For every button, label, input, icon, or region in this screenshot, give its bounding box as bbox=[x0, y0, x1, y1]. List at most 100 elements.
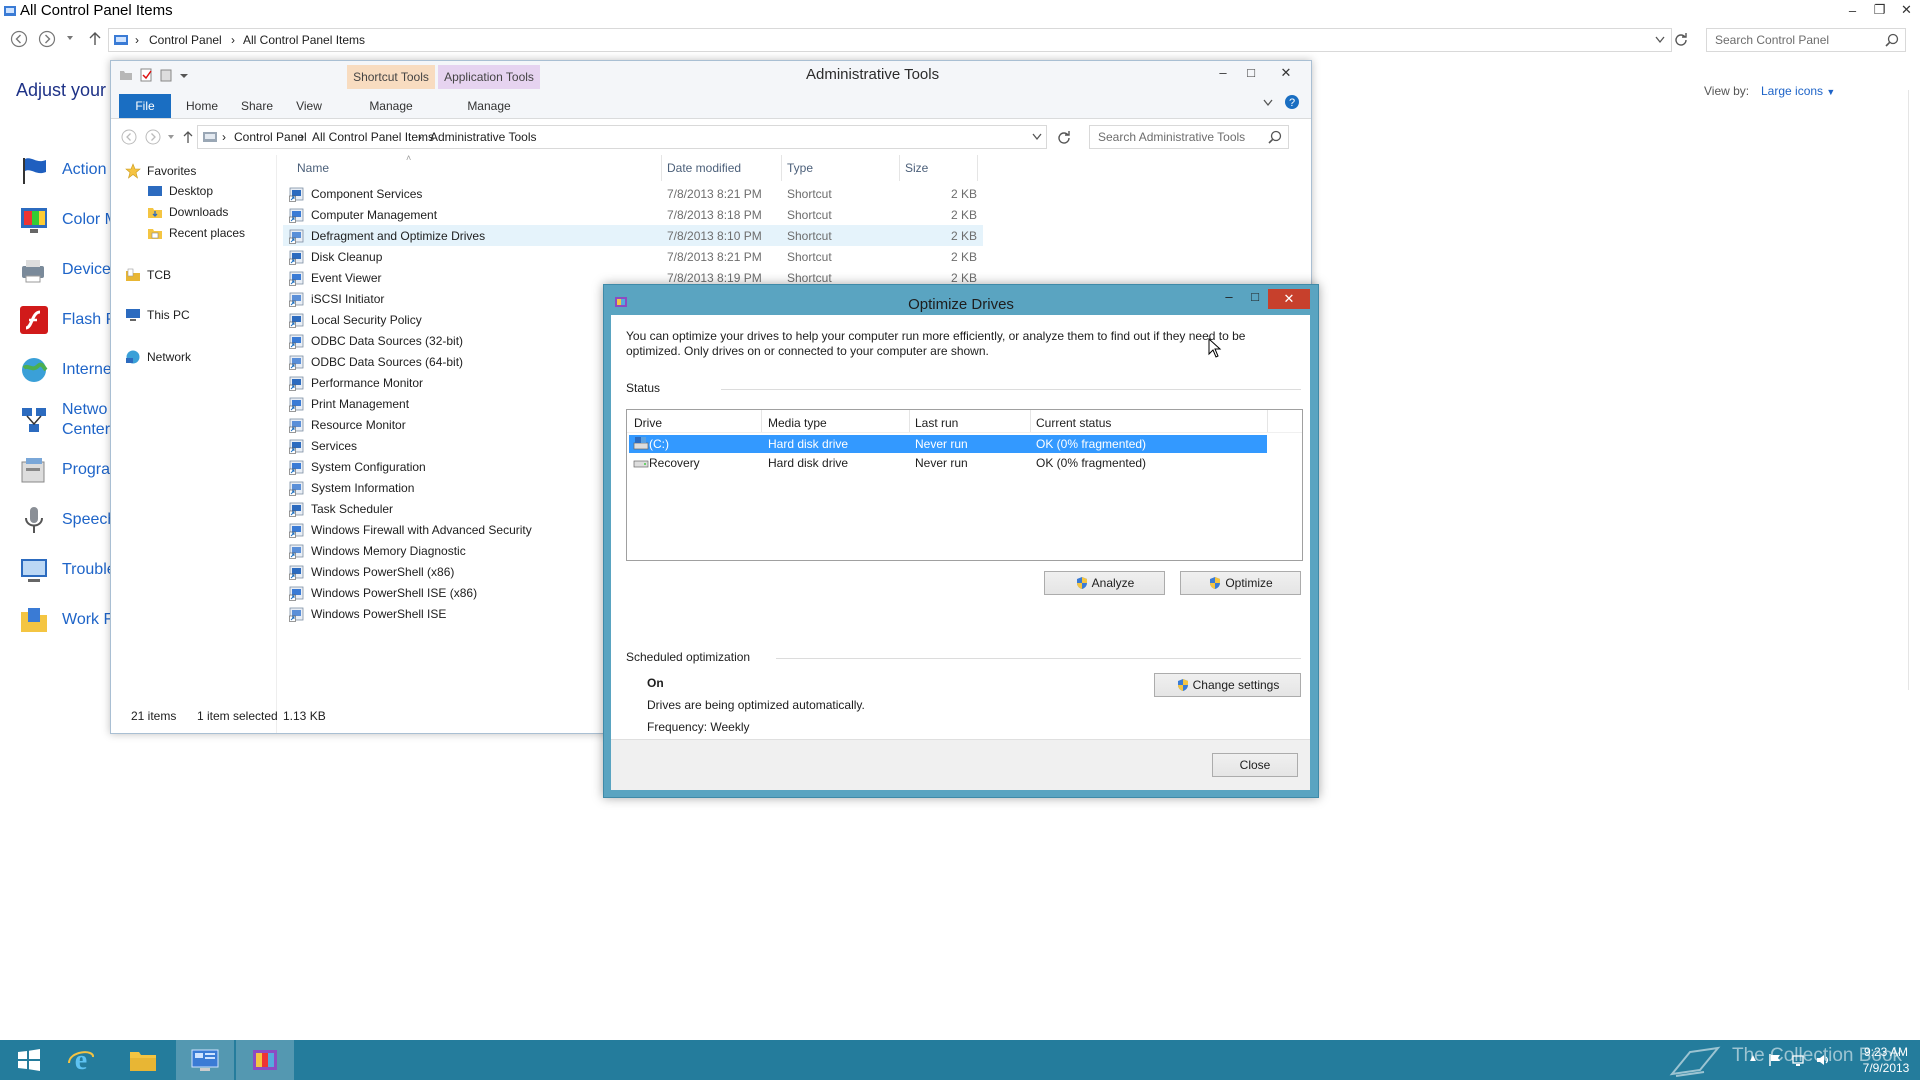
tab-share[interactable]: Share bbox=[233, 94, 281, 118]
maximize-button[interactable]: □ bbox=[1237, 65, 1265, 81]
column-header-name[interactable]: Name bbox=[297, 161, 329, 175]
tab-view[interactable]: View bbox=[287, 94, 331, 118]
taskbar-control-panel[interactable] bbox=[176, 1040, 234, 1080]
drive-row-c[interactable]: (C:) Hard disk drive Never run OK (0% fr… bbox=[629, 435, 1267, 453]
breadcrumb-administrative-tools[interactable]: Administrative Tools bbox=[430, 130, 537, 144]
control-panel-address-field[interactable]: › Control Panel › All Control Panel Item… bbox=[108, 28, 1672, 52]
new-folder-icon[interactable] bbox=[159, 68, 173, 82]
folder-icon[interactable] bbox=[119, 68, 133, 82]
file-row[interactable]: Component Services 7/8/2013 8:21 PM Shortc… bbox=[283, 183, 983, 204]
close-dialog-button[interactable]: Close bbox=[1212, 753, 1298, 777]
network-tray-icon[interactable] bbox=[1792, 1053, 1806, 1067]
up-arrow-icon[interactable] bbox=[88, 31, 102, 47]
search-icon[interactable] bbox=[1885, 33, 1899, 47]
administrative-tools-search-input[interactable]: Search Administrative Tools bbox=[1089, 125, 1289, 149]
nav-downloads[interactable]: Downloads bbox=[147, 202, 228, 222]
breadcrumb-control-panel[interactable]: Control Panel bbox=[234, 130, 307, 144]
drive-row-recovery[interactable]: Recovery Hard disk drive Never run OK (0… bbox=[629, 454, 1267, 472]
column-divider[interactable] bbox=[781, 155, 782, 181]
column-header-date[interactable]: Date modified bbox=[667, 161, 741, 175]
change-settings-button[interactable]: Change settings bbox=[1154, 673, 1301, 697]
column-divider[interactable] bbox=[761, 410, 762, 432]
maximize-button[interactable]: ❐ bbox=[1866, 0, 1893, 20]
address-dropdown-icon[interactable] bbox=[1655, 36, 1665, 44]
minimize-button[interactable]: – bbox=[1216, 289, 1242, 309]
cp-item-internet-options[interactable]: Interne bbox=[18, 350, 112, 390]
back-icon[interactable] bbox=[10, 30, 28, 48]
cp-item-action-center[interactable]: Action bbox=[18, 150, 106, 190]
taskbar-optimize-drives[interactable] bbox=[236, 1040, 294, 1080]
volume-icon[interactable] bbox=[1816, 1053, 1830, 1067]
refresh-icon[interactable] bbox=[1674, 32, 1688, 46]
tab-application-tools[interactable]: Application Tools bbox=[438, 65, 540, 89]
administrative-tools-address-field[interactable]: › Control Panel › All Control Panel Item… bbox=[197, 125, 1047, 149]
cp-item-troubleshooting[interactable]: Trouble bbox=[18, 550, 116, 590]
file-row[interactable]: Computer Management 7/8/2013 8:18 PM Short… bbox=[283, 204, 983, 225]
column-divider[interactable] bbox=[661, 155, 662, 181]
nav-network[interactable]: Network bbox=[125, 347, 191, 367]
refresh-icon[interactable] bbox=[1057, 130, 1071, 144]
analyze-button[interactable]: Analyze bbox=[1044, 571, 1165, 595]
minimize-button[interactable]: – bbox=[1839, 0, 1866, 20]
recent-dropdown-icon[interactable] bbox=[66, 34, 74, 42]
file-row[interactable]: Defragment and Optimize Drives 7/8/2013 8… bbox=[283, 225, 983, 246]
up-arrow-icon[interactable] bbox=[182, 130, 194, 144]
cp-item-devices[interactable]: Device bbox=[18, 250, 111, 290]
breadcrumb-all-items[interactable]: All Control Panel Items bbox=[312, 130, 434, 144]
clock-time[interactable]: 9:23 AM bbox=[1856, 1045, 1916, 1059]
address-dropdown-icon[interactable] bbox=[1032, 133, 1042, 141]
breadcrumb-all-items[interactable]: All Control Panel Items bbox=[243, 33, 365, 47]
tab-manage-application[interactable]: Manage bbox=[453, 94, 525, 118]
close-button[interactable]: ✕ bbox=[1893, 0, 1920, 20]
nav-this-pc[interactable]: This PC bbox=[125, 305, 190, 325]
view-by-dropdown[interactable]: Large icons ▼ bbox=[1761, 84, 1835, 98]
control-panel-search-input[interactable]: Search Control Panel bbox=[1706, 28, 1906, 52]
taskbar-file-explorer[interactable] bbox=[114, 1040, 172, 1080]
column-divider[interactable] bbox=[977, 155, 978, 181]
forward-icon[interactable] bbox=[145, 129, 161, 145]
tab-home[interactable]: Home bbox=[177, 94, 227, 118]
cp-item-programs[interactable]: Progra bbox=[18, 450, 110, 490]
close-button[interactable]: ✕ bbox=[1268, 289, 1310, 309]
cp-item-flash-player[interactable]: Flash P bbox=[18, 300, 116, 340]
action-center-flag-icon[interactable] bbox=[1768, 1053, 1782, 1067]
minimize-button[interactable]: – bbox=[1209, 65, 1237, 81]
tab-file[interactable]: File bbox=[119, 94, 171, 118]
column-divider[interactable] bbox=[1267, 410, 1268, 432]
recent-dropdown-icon[interactable] bbox=[167, 133, 175, 141]
nav-desktop[interactable]: Desktop bbox=[147, 181, 213, 201]
taskbar-internet-explorer[interactable]: e bbox=[52, 1040, 110, 1080]
column-header-current-status[interactable]: Current status bbox=[1036, 416, 1111, 430]
customize-toolbar-icon[interactable] bbox=[179, 68, 189, 82]
properties-icon[interactable] bbox=[139, 68, 153, 82]
optimize-button[interactable]: Optimize bbox=[1180, 571, 1301, 595]
column-divider[interactable] bbox=[899, 155, 900, 181]
column-header-type[interactable]: Type bbox=[787, 161, 813, 175]
column-header-size[interactable]: Size bbox=[905, 161, 928, 175]
ribbon-expand-icon[interactable] bbox=[1263, 99, 1273, 107]
close-button[interactable]: ✕ bbox=[1265, 65, 1307, 81]
maximize-button[interactable]: □ bbox=[1242, 289, 1268, 309]
tab-shortcut-tools[interactable]: Shortcut Tools bbox=[347, 65, 435, 89]
help-icon[interactable]: ? bbox=[1284, 94, 1300, 110]
tab-manage-shortcut[interactable]: Manage bbox=[355, 94, 427, 118]
cp-item-speech[interactable]: Speech bbox=[18, 500, 116, 540]
search-icon[interactable] bbox=[1268, 130, 1282, 144]
back-icon[interactable] bbox=[121, 129, 137, 145]
file-row[interactable]: Disk Cleanup 7/8/2013 8:21 PM Shortcut 2 KB bbox=[283, 246, 983, 267]
breadcrumb-control-panel[interactable]: Control Panel bbox=[149, 33, 222, 47]
column-header-media-type[interactable]: Media type bbox=[768, 416, 827, 430]
forward-icon[interactable] bbox=[38, 30, 56, 48]
clock-date[interactable]: 7/9/2013 bbox=[1856, 1061, 1916, 1075]
nav-favorites[interactable]: Favorites bbox=[125, 161, 196, 181]
cp-item-network-center[interactable]: Netwo Center bbox=[18, 400, 110, 440]
nav-recent-places[interactable]: Recent places bbox=[147, 223, 245, 243]
show-hidden-icons-icon[interactable]: ▲ bbox=[1748, 1053, 1758, 1067]
nav-tcb[interactable]: TCB bbox=[125, 265, 171, 285]
cp-item-work-folders[interactable]: Work F bbox=[18, 600, 113, 640]
column-header-last-run[interactable]: Last run bbox=[915, 416, 958, 430]
column-divider[interactable] bbox=[909, 410, 910, 432]
column-header-drive[interactable]: Drive bbox=[634, 416, 662, 430]
start-button[interactable] bbox=[0, 1040, 58, 1080]
column-divider[interactable] bbox=[1030, 410, 1031, 432]
